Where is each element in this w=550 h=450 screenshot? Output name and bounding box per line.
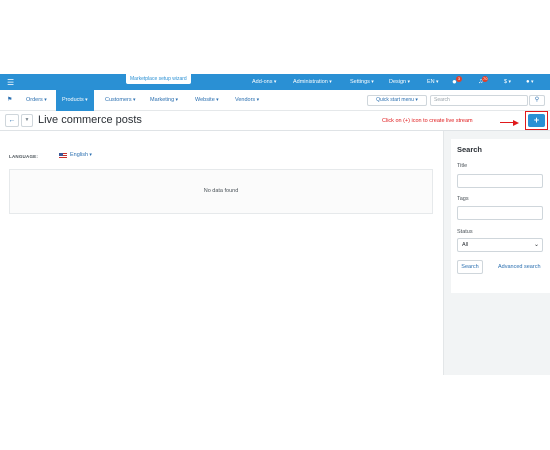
status-value: All	[462, 242, 469, 248]
chevron-down-icon: ⌄	[533, 242, 539, 248]
nav-products[interactable]: Products	[56, 90, 94, 111]
empty-state-message: No data found	[203, 188, 239, 194]
annotation-arrow-line	[500, 122, 514, 123]
hamburger-icon[interactable]: ☰	[7, 78, 14, 87]
title-input[interactable]	[457, 174, 543, 188]
chevron-down-icon[interactable]: ▼	[21, 114, 33, 127]
language-selector[interactable]: English	[70, 152, 92, 159]
title-label: Title	[457, 163, 468, 169]
administration-menu[interactable]: Administration	[293, 74, 332, 90]
nav-marketing[interactable]: Marketing	[150, 90, 178, 111]
search-icon[interactable]: ⚲	[529, 95, 545, 106]
setup-wizard-link[interactable]: Marketplace setup wizard	[126, 74, 191, 84]
annotation-arrow-icon	[513, 119, 519, 126]
advanced-search-link[interactable]: Advanced search	[498, 264, 541, 270]
home-icon[interactable]: ⚑	[7, 90, 12, 111]
design-menu[interactable]: Design	[389, 74, 410, 90]
add-live-stream-button[interactable]: +	[528, 114, 545, 127]
global-search-input[interactable]: Search	[430, 95, 528, 106]
status-label: Status	[457, 229, 473, 235]
tags-label: Tags	[457, 196, 469, 202]
nav-vendors[interactable]: Vendors	[235, 90, 259, 111]
us-flag-icon	[59, 153, 67, 158]
search-heading: Search	[457, 145, 483, 154]
user-icon[interactable]: ●	[526, 74, 534, 90]
page-title: Live commerce posts	[38, 114, 142, 126]
arrow-left-icon[interactable]: ←	[5, 114, 19, 127]
status-select[interactable]: All ⌄	[457, 238, 543, 252]
currency-menu[interactable]: $	[504, 74, 511, 90]
instruction-annotation: Click on (+) icon to create live stream	[382, 118, 473, 124]
nav-website[interactable]: Website	[195, 90, 219, 111]
language-menu[interactable]: EN	[427, 74, 439, 90]
tags-input[interactable]	[457, 206, 543, 220]
search-button[interactable]: Search	[457, 260, 483, 274]
notification-badge: 3	[456, 76, 462, 82]
language-label: LANGUAGE:	[9, 154, 39, 159]
nav-orders[interactable]: Orders	[26, 90, 47, 111]
nav-customers[interactable]: Customers	[105, 90, 136, 111]
quick-start-menu-button[interactable]: Quick start menu	[367, 95, 427, 106]
settings-menu[interactable]: Settings	[350, 74, 374, 90]
addons-menu[interactable]: Add-ons	[252, 74, 276, 90]
